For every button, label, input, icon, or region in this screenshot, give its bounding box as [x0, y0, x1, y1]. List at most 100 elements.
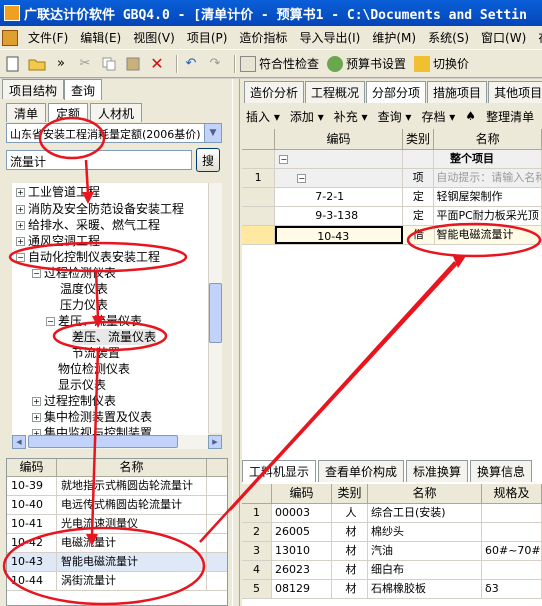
tree-node[interactable]: 节流装置 [72, 345, 120, 361]
tab-unit-price[interactable]: 查看单价构成 [318, 460, 405, 482]
table-row[interactable]: 3 13010 材汽油 60#~70# [242, 542, 542, 561]
undo-icon[interactable]: ↶ [182, 55, 200, 73]
column-header-name[interactable]: 名称 [368, 484, 482, 503]
supplement-button[interactable]: 补充 ▾ [334, 108, 368, 125]
scroll-left-icon[interactable]: ◀ [12, 435, 26, 449]
tab-standard-conversion[interactable]: 标准换算 [406, 460, 469, 482]
collapse-icon[interactable]: − [46, 317, 55, 326]
tree-node[interactable]: 压力仪表 [60, 297, 108, 313]
tab-other-items[interactable]: 其他项目 [488, 81, 542, 103]
column-header-spec[interactable]: 规格及 [482, 484, 542, 503]
binoculars-icon[interactable]: ♠ [465, 109, 476, 123]
menu-system[interactable]: 系统(S) [422, 29, 475, 46]
new-icon[interactable] [4, 55, 22, 73]
expand-icon[interactable]: + [32, 397, 41, 406]
cut-icon[interactable]: ✂ [76, 55, 94, 73]
scroll-thumb[interactable] [209, 283, 222, 343]
column-header-name[interactable]: 名称 [57, 459, 207, 476]
menu-online[interactable]: 在线 [532, 29, 542, 46]
copy-icon[interactable] [100, 55, 118, 73]
column-header-name[interactable]: 名称 [434, 129, 542, 149]
tree-horizontal-scrollbar[interactable]: ◀ ▶ [12, 435, 222, 449]
delete-icon[interactable]: ✕ [148, 54, 166, 73]
expand-icon[interactable]: + [16, 221, 25, 230]
tree-node[interactable]: + 给排水、采暖、燃气工程 [16, 217, 160, 233]
tree-node-automation[interactable]: − 自动化控制仪表安装工程 [16, 249, 160, 265]
table-row[interactable]: 7-2-1 定 轻钢屋架制作 [242, 188, 542, 207]
tree-node-selected[interactable]: 差压、流量仪表 [72, 329, 157, 345]
budget-settings-button[interactable]: 预算书设置 [327, 55, 406, 72]
collapse-icon[interactable]: − [297, 173, 307, 183]
table-row[interactable]: 2 26005 材棉纱头 [242, 523, 542, 542]
expand-icon[interactable]: + [16, 205, 25, 214]
insert-button[interactable]: 插入 ▾ [246, 108, 280, 125]
search-button[interactable]: 搜 [196, 148, 220, 172]
menu-edit[interactable]: 编辑(E) [74, 29, 127, 46]
tab-sub-items[interactable]: 分部分项 [366, 81, 427, 103]
tab-conversion-info[interactable]: 换算信息 [470, 460, 533, 482]
collapse-icon[interactable]: − [279, 154, 289, 164]
tree-node[interactable]: + 通风空调工程 [16, 233, 100, 249]
menu-view[interactable]: 视图(V) [127, 29, 181, 46]
organize-list-button[interactable]: 整理清单 [486, 108, 534, 125]
tree-node[interactable]: 温度仪表 [60, 281, 108, 297]
search-input[interactable]: 流量计 [6, 150, 192, 170]
document-icon[interactable] [2, 29, 18, 46]
subtab-quota[interactable]: 定额 [48, 103, 89, 122]
query-button[interactable]: 查询 ▾ [378, 108, 412, 125]
quota-library-select[interactable]: 山东省安装工程消耗量定额(2006基价) ▼ [6, 123, 222, 143]
table-row[interactable]: 9-3-138 定 平面PC耐力板采光顶 [242, 207, 542, 226]
tree-node[interactable]: − 差压、流量仪表 [46, 313, 142, 329]
tree-node[interactable]: − 过程检测仪表 [32, 265, 116, 281]
expand-icon[interactable]: + [32, 413, 41, 422]
tab-query[interactable]: 查询 [64, 79, 103, 100]
open-icon[interactable] [28, 55, 46, 73]
panel-splitter[interactable] [232, 79, 240, 606]
scroll-thumb[interactable] [28, 435, 178, 448]
tree-node[interactable]: 物位检测仪表 [58, 361, 130, 377]
menu-window[interactable]: 窗口(W) [475, 29, 532, 46]
menu-file[interactable]: 文件(F) [22, 29, 74, 46]
table-row[interactable]: 4 26023 材细白布 [242, 561, 542, 580]
switch-price-button[interactable]: 切换价 [414, 55, 469, 72]
column-header-type[interactable]: 类别 [332, 484, 368, 503]
tree-node[interactable]: + 工业管道工程 [16, 184, 100, 200]
collapse-icon[interactable]: − [16, 253, 25, 262]
table-row-selected[interactable]: 10-43 借 智能电磁流量计 [242, 226, 542, 245]
tab-project-overview[interactable]: 工程概况 [305, 81, 366, 103]
table-row[interactable]: − 整个项目 [242, 150, 542, 169]
more-icon[interactable]: » [52, 55, 70, 73]
redo-icon[interactable]: ↷ [206, 55, 224, 73]
table-row[interactable]: 10-39 就地指示式椭圆齿轮流量计 [7, 477, 227, 496]
table-row[interactable]: 1 00003 人综合工日(安装) [242, 504, 542, 523]
subtab-materials[interactable]: 人材机 [90, 103, 143, 122]
column-header-type[interactable]: 类别 [403, 129, 435, 149]
column-header-code[interactable]: 编码 [275, 129, 403, 149]
tree-node[interactable]: + 消防及安全防范设备安装工程 [16, 201, 184, 217]
tab-project-structure[interactable]: 项目结构 [2, 79, 65, 99]
tree-node[interactable]: + 集中检测装置及仪表 [32, 409, 152, 425]
table-row[interactable]: 10-44 涡街流量计 [7, 572, 227, 591]
tab-labor-material[interactable]: 工料机显示 [242, 460, 317, 482]
subtab-bill[interactable]: 清单 [6, 103, 47, 122]
expand-icon[interactable]: + [16, 188, 25, 197]
table-row[interactable]: 10-41 光电流速测量仪 [7, 515, 227, 534]
add-button[interactable]: 添加 ▾ [290, 108, 324, 125]
tree-node[interactable]: + 过程控制仪表 [32, 393, 116, 409]
archive-button[interactable]: 存档 ▾ [421, 108, 455, 125]
menu-maintenance[interactable]: 维护(M) [366, 29, 422, 46]
scroll-right-icon[interactable]: ▶ [208, 435, 222, 449]
tab-cost-analysis[interactable]: 造价分析 [244, 81, 305, 103]
chevron-down-icon[interactable]: ▼ [204, 124, 221, 142]
table-row-selected[interactable]: 10-43 智能电磁流量计 [7, 553, 227, 572]
tree-node[interactable]: 显示仪表 [58, 377, 106, 393]
table-row[interactable]: 5 08129 材石棉橡胶板 δ3 [242, 580, 542, 599]
table-row[interactable]: 10-40 电远传式椭圆齿轮流量计 [7, 496, 227, 515]
menu-project[interactable]: 项目(P) [181, 29, 234, 46]
tree-vertical-scrollbar[interactable] [208, 183, 222, 433]
collapse-icon[interactable]: − [32, 269, 41, 278]
expand-icon[interactable]: + [16, 237, 25, 246]
paste-icon[interactable] [124, 55, 142, 73]
compliance-check-button[interactable]: 符合性检查 [240, 55, 319, 72]
table-row[interactable]: 1 − 项 自动提示：请输入名称 [242, 169, 542, 188]
